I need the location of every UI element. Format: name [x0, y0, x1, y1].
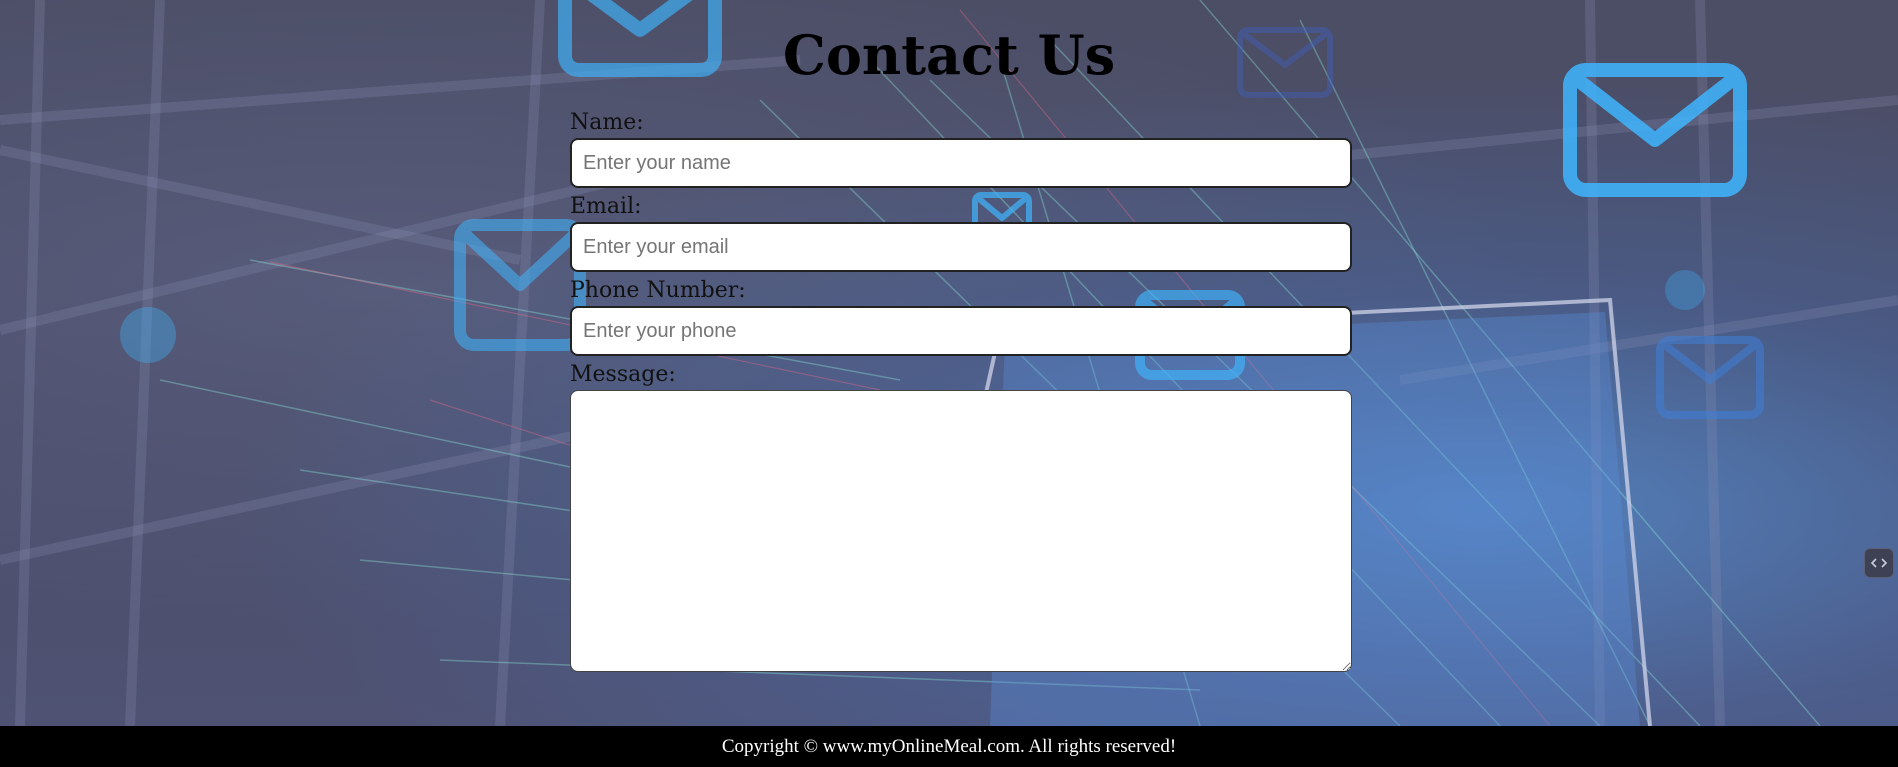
name-input[interactable] [570, 138, 1352, 188]
code-icon [1870, 558, 1888, 568]
page-title: Contact Us [782, 23, 1116, 87]
phone-input[interactable] [570, 306, 1352, 356]
copyright-text: Copyright © www.myOnlineMeal.com. All ri… [721, 735, 1177, 757]
footer: Copyright © www.myOnlineMeal.com. All ri… [0, 726, 1898, 767]
email-input[interactable] [570, 222, 1352, 272]
phone-label: Phone Number: [570, 278, 746, 303]
message-textarea[interactable] [570, 390, 1352, 672]
message-label: Message: [570, 362, 676, 387]
side-widget-button[interactable] [1864, 548, 1894, 578]
contact-form: Name: Email: Phone Number: Message: [570, 110, 1352, 672]
email-label: Email: [570, 194, 642, 219]
name-label: Name: [570, 110, 644, 135]
